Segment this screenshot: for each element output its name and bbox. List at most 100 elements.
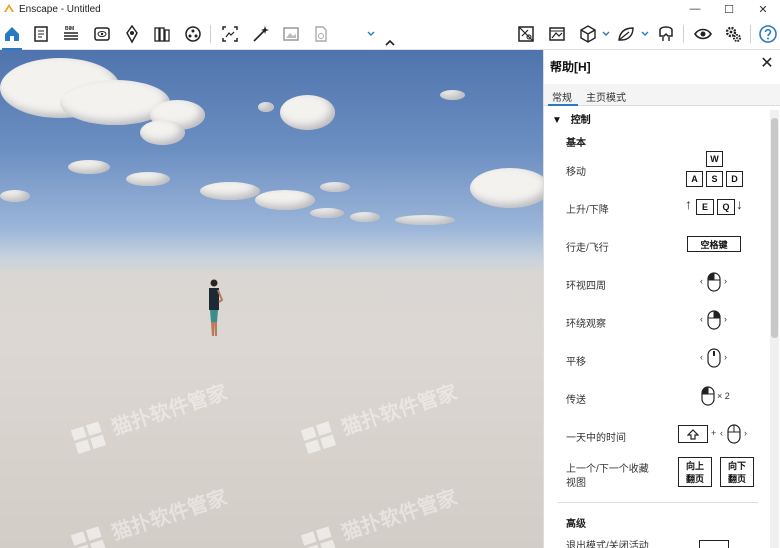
home-button[interactable] <box>0 22 24 46</box>
controls-section-header[interactable]: ▼ 控制 <box>552 111 591 126</box>
watermark-text: 猫扑软件管家 <box>339 486 460 545</box>
cloud <box>320 182 350 192</box>
basic-heading: 基本 <box>566 138 586 149</box>
shift-arrow-icon <box>687 428 699 440</box>
key-a: A <box>686 171 703 187</box>
compass-icon <box>126 24 138 44</box>
map-button[interactable] <box>514 22 538 46</box>
watermark: 猫扑软件管家 <box>69 376 231 455</box>
vr-headset-icon <box>659 26 673 41</box>
key-esc <box>699 540 729 548</box>
cloud <box>140 120 185 145</box>
screenshot-button[interactable] <box>218 22 242 46</box>
cube-button[interactable] <box>576 22 600 46</box>
scroll-hint-icon: › <box>724 276 727 286</box>
watermark-text: 猫扑软件管家 <box>339 381 460 440</box>
cloud <box>0 190 30 202</box>
plus-label: + <box>711 428 717 438</box>
cloud <box>258 102 274 112</box>
help-icon <box>759 25 777 43</box>
minimize-button[interactable]: — <box>678 0 712 18</box>
tab-general[interactable]: 常规 <box>552 89 572 104</box>
watermark-logo-icon <box>300 525 336 548</box>
eye-icon <box>694 28 712 40</box>
help-button[interactable] <box>756 22 780 46</box>
lookaround-label: 环视四周 <box>566 281 606 292</box>
cloud <box>350 212 380 222</box>
asset-button[interactable] <box>181 22 205 46</box>
toolbar-separator <box>683 25 684 43</box>
magic-wand-button[interactable] <box>248 22 272 46</box>
asset-icon <box>185 26 201 42</box>
watermark-logo-icon <box>300 420 336 454</box>
close-help-panel-button[interactable]: ✕ <box>758 54 776 72</box>
bim-button[interactable]: BIM <box>59 22 83 46</box>
video-button[interactable] <box>545 22 569 46</box>
chevron-down-icon <box>367 31 375 36</box>
key-d: D <box>726 171 743 187</box>
views-label-line1: 上一个/下一个收藏 <box>566 464 649 475</box>
export-icon <box>315 26 327 42</box>
up-arrow-icon: ↑ <box>685 196 692 212</box>
settings-button[interactable] <box>721 22 745 46</box>
cube-dropdown-caret[interactable] <box>601 28 611 40</box>
cloud <box>68 160 110 174</box>
cube-icon <box>580 25 596 43</box>
compass-button[interactable] <box>120 22 144 46</box>
page-up-line1: 向上 <box>685 461 704 471</box>
leaf-button[interactable] <box>614 22 638 46</box>
key-w: W <box>706 151 723 167</box>
help-panel-scrollbar[interactable] <box>770 110 779 548</box>
tab-home-mode[interactable]: 主页模式 <box>586 89 626 104</box>
page-up-line2: 翻页 <box>685 474 704 484</box>
exit-label: 退出模式/关闭活动 <box>566 541 649 548</box>
collapse-toolbar-button[interactable] <box>385 36 395 48</box>
vr-headset-button[interactable] <box>654 22 678 46</box>
leaf-dropdown-caret[interactable] <box>640 28 650 40</box>
cloud <box>200 182 260 200</box>
notes-button[interactable] <box>29 22 53 46</box>
toolbar-dropdown-caret[interactable] <box>366 28 376 40</box>
window-title: Enscape - Untitled <box>19 3 101 15</box>
watermark: 猫扑软件管家 <box>299 376 461 455</box>
chevron-down-icon <box>641 31 649 36</box>
cloud <box>126 172 170 186</box>
export-button[interactable] <box>309 22 333 46</box>
close-window-button[interactable]: ✕ <box>746 0 780 18</box>
key-space: 空格键 <box>687 236 741 252</box>
scroll-hint-icon: ‹ <box>700 314 703 324</box>
caret-down-icon: ▼ <box>552 115 562 126</box>
chevron-up-icon <box>385 39 395 46</box>
magic-wand-icon <box>253 26 269 42</box>
page-down-line1: 向下 <box>727 461 746 471</box>
key-page-down: 向下 翻页 <box>720 457 754 487</box>
image-icon <box>283 27 299 41</box>
key-shift <box>678 425 708 443</box>
watermark-logo-icon <box>70 525 106 548</box>
scroll-hint-icon: › <box>724 314 727 324</box>
notes-icon <box>34 26 48 42</box>
watermark-logo-icon <box>70 420 106 454</box>
views-label-line2: 视图 <box>566 478 586 489</box>
maximize-button[interactable]: ☐ <box>712 0 746 18</box>
home-icon <box>5 27 19 41</box>
watermark-text: 猫扑软件管家 <box>109 381 230 440</box>
move-label: 移动 <box>566 167 586 178</box>
scroll-hint-icon: ‹ <box>720 428 723 438</box>
library-button[interactable] <box>150 22 174 46</box>
help-panel-title: 帮助[H] <box>550 60 591 74</box>
help-tabs: 常规 主页模式 <box>544 84 780 106</box>
scrollbar-thumb[interactable] <box>771 118 778 338</box>
scroll-hint-icon: ‹ <box>700 276 703 286</box>
person-figure <box>209 279 224 336</box>
mouse-middle-button-icon <box>707 348 721 368</box>
watermark-text: 猫扑软件管家 <box>109 486 230 545</box>
key-q: Q <box>717 199 735 215</box>
cloud <box>310 208 344 218</box>
eye-button[interactable] <box>691 22 715 46</box>
walkfly-label: 行走/飞行 <box>566 243 609 254</box>
image-button[interactable] <box>279 22 303 46</box>
view-button[interactable] <box>90 22 114 46</box>
render-viewport[interactable]: 猫扑软件管家 猫扑软件管家 猫扑软件管家 猫扑软件管家 <box>0 50 543 548</box>
teleport-label: 传送 <box>566 395 586 406</box>
